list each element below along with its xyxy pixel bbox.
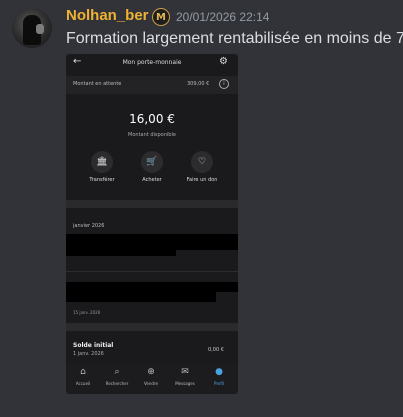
message-content: Formation largement rentabilisée en moin… [66,30,403,47]
nav-label: Profil [214,381,224,386]
section-divider [66,323,238,331]
redacted-transaction-detail [66,250,176,256]
gear-icon[interactable]: ⚙ [219,56,228,67]
nav-profile[interactable]: ● Profil [202,367,236,393]
wallet-title: Mon porte-monnaie [122,59,182,66]
transfer-button[interactable]: 🏛 Transférer [77,151,127,185]
chat-message: Nolhan_ber M 20/01/2026 22:14 Formation … [0,0,403,417]
redacted-transaction-detail [66,292,216,302]
info-icon[interactable]: i [219,79,229,89]
nav-label: Accueil [75,381,91,386]
transaction-date: 15 janv. 2026 [73,310,101,315]
cart-icon: 🛒 [141,151,163,173]
buy-button[interactable]: 🛒 Acheter [127,151,177,185]
section-divider [66,200,238,208]
nav-sell[interactable]: ⊕ Vendre [134,367,168,393]
username[interactable]: Nolhan_ber [66,7,149,24]
nav-home[interactable]: ⌂ Accueil [66,367,100,393]
transfer-label: Transférer [89,177,115,183]
initial-balance-label: Solde initial [73,342,114,349]
month-header: janvier 2026 [73,223,105,229]
available-balance: 16,00 € [129,112,175,126]
home-icon: ⌂ [80,367,86,377]
pending-label: Montant en attente [73,81,122,87]
donate-label: Faire un don [186,177,218,183]
redacted-transaction [66,234,238,250]
row-divider [66,271,238,272]
nav-label: Rechercher [105,381,129,386]
plus-circle-icon: ⊕ [147,367,155,377]
pending-amount: 309,00 € [187,81,210,87]
mail-icon: ✉ [181,367,189,377]
pending-amount-row: Montant en attente 309,00 € i [66,76,238,94]
bottom-nav: ⌂ Accueil ⌕ Rechercher ⊕ Vendre ✉ Messag… [66,363,238,394]
nav-label: Messages [175,381,195,386]
role-badge-icon[interactable]: M [152,8,170,26]
initial-balance-date: 1 janv. 2026 [73,351,104,357]
buy-label: Acheter [142,177,162,183]
heart-hand-icon: ♡ [191,151,213,173]
redacted-transaction [66,282,238,292]
initial-balance-amount: 0,00 € [208,347,224,353]
bank-icon: 🏛 [91,151,113,173]
nav-label: Vendre [144,381,158,386]
person-icon: ● [215,367,223,377]
message-timestamp: 20/01/2026 22:14 [176,10,270,24]
donate-button[interactable]: ♡ Faire un don [177,151,227,185]
search-icon: ⌕ [114,367,120,377]
avatar-hand [36,24,44,34]
wallet-header: ← Mon porte-monnaie ⚙ [66,54,238,74]
available-balance-label: Montant disponible [128,132,176,138]
image-attachment[interactable]: ← Mon porte-monnaie ⚙ Montant en attente… [66,54,238,394]
user-avatar[interactable] [12,8,52,48]
nav-search[interactable]: ⌕ Rechercher [100,367,134,393]
nav-messages[interactable]: ✉ Messages [168,367,202,393]
